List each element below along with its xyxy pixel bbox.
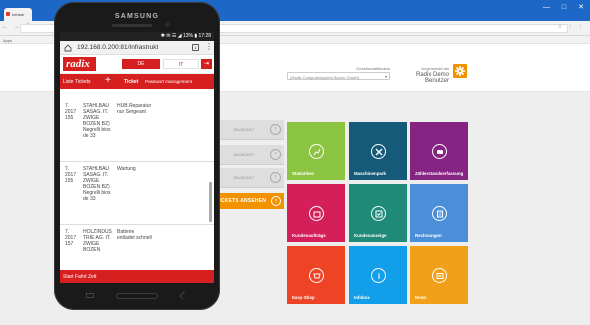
ticket-description: Batterie entladet schnell xyxy=(117,229,152,241)
tools-icon xyxy=(371,144,386,159)
lang-de-button[interactable]: DE xyxy=(122,59,160,69)
user-info: Angemeldet als Radix Demo Benutzer xyxy=(397,66,449,84)
phone-screen: ✱ ✉ ☰ ◢ 13% ▮ 17:28 192.168.0.200:81/Inf… xyxy=(60,32,214,283)
phone-mockup: SAMSUNG ✱ ✉ ☰ ◢ 13% ▮ 17:28 192.168.0.20… xyxy=(54,2,220,310)
settings-button[interactable] xyxy=(453,64,467,78)
ticket-number: 7. 2017 155 xyxy=(65,166,77,184)
ticket-customer: STAHLBAU SASAG. IT. ZWIGE BOZEN BZ) Negr… xyxy=(83,166,111,202)
chart-icon xyxy=(309,144,324,159)
screen-icon xyxy=(371,206,386,221)
tab-title: Infrastr xyxy=(12,12,25,17)
tabs-count-icon[interactable]: 1 xyxy=(192,44,199,51)
ticket-row[interactable]: 03.03.2017 › xyxy=(216,120,284,140)
mobile-browser-bar: 192.168.0.200:81/Infrastrukt 1 ⋮ xyxy=(60,41,214,55)
mobile-nav: Liste Tickets + Ticket Passwort manageme… xyxy=(60,74,214,89)
ticket-customer: HOLZINDUS TRIE AG. IT. ZWIGE BOZEN xyxy=(83,229,112,253)
back-key[interactable] xyxy=(179,291,188,300)
phone-status-bar: ✱ ✉ ☰ ◢ 13% ▮ 17:28 xyxy=(60,32,214,41)
user-caption: Angemeldet als xyxy=(421,66,449,71)
home-key[interactable] xyxy=(116,293,158,299)
tile-label: Maschinenpark xyxy=(354,171,386,176)
close-button[interactable]: ✕ xyxy=(578,4,584,12)
tile-label: Kundenanzeige xyxy=(354,233,387,238)
bookmark-apps[interactable]: Apps xyxy=(3,38,12,43)
ticket-date: 03.03.2017 xyxy=(234,175,255,180)
news-icon xyxy=(432,268,447,283)
minimize-button[interactable]: — xyxy=(543,4,550,12)
gear-icon xyxy=(455,66,465,76)
chevron-right-icon[interactable]: › xyxy=(270,172,281,183)
tile-label: Zählerstandserfassung xyxy=(415,171,464,176)
company-select-value: (Radix Computersystem Bozen GmbH) xyxy=(290,75,360,80)
tile-label: Infobox xyxy=(354,295,370,300)
maximize-button[interactable]: □ xyxy=(562,4,566,12)
tile-news[interactable]: News xyxy=(410,246,468,304)
add-ticket-button[interactable]: + xyxy=(105,75,111,87)
chevron-right-icon[interactable]: › xyxy=(270,124,281,135)
tile-label: Statistiken xyxy=(292,171,315,176)
tile-kundenauftraege[interactable]: Kundenaufträge xyxy=(287,184,345,242)
recent-apps-key[interactable] xyxy=(86,293,94,298)
tile-label: Easy-Shop xyxy=(292,295,315,300)
user-name: Radix Demo Benutzer xyxy=(415,72,449,84)
ticket-date: 03.03.2017 xyxy=(234,152,255,157)
home-icon[interactable] xyxy=(64,44,72,52)
browser-menu-icons[interactable]: ☆ ⋮ ⋮ xyxy=(558,24,585,30)
chevron-down-icon: ▾ xyxy=(384,74,387,79)
nav-ticket[interactable]: Ticket xyxy=(124,79,138,85)
lang-it-button[interactable]: IT xyxy=(163,59,199,69)
ticket-customer: STAHLBAU SASAG. IT. ZWIGE BOZEN BZ) Negr… xyxy=(83,103,111,139)
view-tickets-label: TICKETS ANSEHEN xyxy=(216,198,267,204)
company-select[interactable]: (Radix Computersystem Bozen GmbH) ▾ xyxy=(287,72,390,80)
ticket-number: 7. 2017 157 xyxy=(65,229,77,247)
ticket-number: 7. 2017 155 xyxy=(65,103,77,121)
tile-zaehlerstandserfassung[interactable]: Zählerstandserfassung xyxy=(410,122,468,180)
tile-statistiken[interactable]: Statistiken xyxy=(287,122,345,180)
tile-infobox[interactable]: Infobox xyxy=(349,246,407,304)
tab-favicon-icon xyxy=(6,12,10,16)
scrollbar[interactable] xyxy=(209,182,212,222)
ticket-date: 03.03.2017 xyxy=(234,127,255,132)
footer-label: Start Fahrt Zeit xyxy=(63,274,97,280)
tile-rechnungen[interactable]: Rechnungen xyxy=(410,184,468,242)
chevron-right-icon: › xyxy=(271,196,281,206)
ticket-row[interactable]: 03.03.2017 › xyxy=(216,168,284,188)
tile-easy-shop[interactable]: Easy-Shop xyxy=(287,246,345,304)
tile-label: Kundenaufträge xyxy=(292,233,326,238)
folder-icon xyxy=(309,206,324,221)
tile-label: Rechnungen xyxy=(415,233,442,238)
camera-icon xyxy=(165,22,170,27)
mobile-header: radix DE IT ⇥ xyxy=(60,55,214,74)
chevron-right-icon[interactable]: › xyxy=(270,149,281,160)
counter-icon xyxy=(432,144,447,159)
phone-brand: SAMSUNG xyxy=(114,13,160,20)
ticket-description: HUB Reparatur nur Sergeant xyxy=(117,103,152,115)
mobile-footer-bar[interactable]: Start Fahrt Zeit xyxy=(60,270,214,283)
list-item[interactable]: 7. 2017 155 STAHLBAU SASAG. IT. ZWIGE BO… xyxy=(60,99,214,162)
tile-kundenanzeige[interactable]: Kundenanzeige xyxy=(349,184,407,242)
view-tickets-button[interactable]: TICKETS ANSEHEN › xyxy=(212,193,284,209)
mobile-url[interactable]: 192.168.0.200:81/Infrastrukt xyxy=(77,44,158,51)
invoice-icon xyxy=(432,206,447,221)
info-icon xyxy=(371,268,386,283)
spacer xyxy=(60,89,214,99)
company-focus: Gesellschaftsfokus (Radix Computersystem… xyxy=(287,66,390,80)
company-focus-caption: Gesellschaftsfokus xyxy=(356,66,390,71)
ticket-row[interactable]: 03.03.2017 › xyxy=(216,145,284,165)
more-vert-icon[interactable]: ⋮ xyxy=(205,43,213,51)
cart-icon xyxy=(309,268,324,283)
tile-label: News xyxy=(415,295,427,300)
radix-logo: radix xyxy=(63,57,96,71)
tile-maschinenpark[interactable]: Maschinenpark xyxy=(349,122,407,180)
speaker-grille xyxy=(112,24,152,27)
nav-tickets-list[interactable]: Liste Tickets xyxy=(63,79,91,85)
nav-password-management[interactable]: Passwort management xyxy=(145,79,192,84)
browser-tab[interactable]: Infrastr xyxy=(4,8,32,21)
list-item[interactable]: 7. 2017 155 STAHLBAU SASAG. IT. ZWIGE BO… xyxy=(60,162,214,225)
logout-icon[interactable]: ⇥ xyxy=(201,59,212,69)
ticket-description: Wartung xyxy=(117,166,136,172)
window-controls: — □ ✕ xyxy=(543,4,584,12)
